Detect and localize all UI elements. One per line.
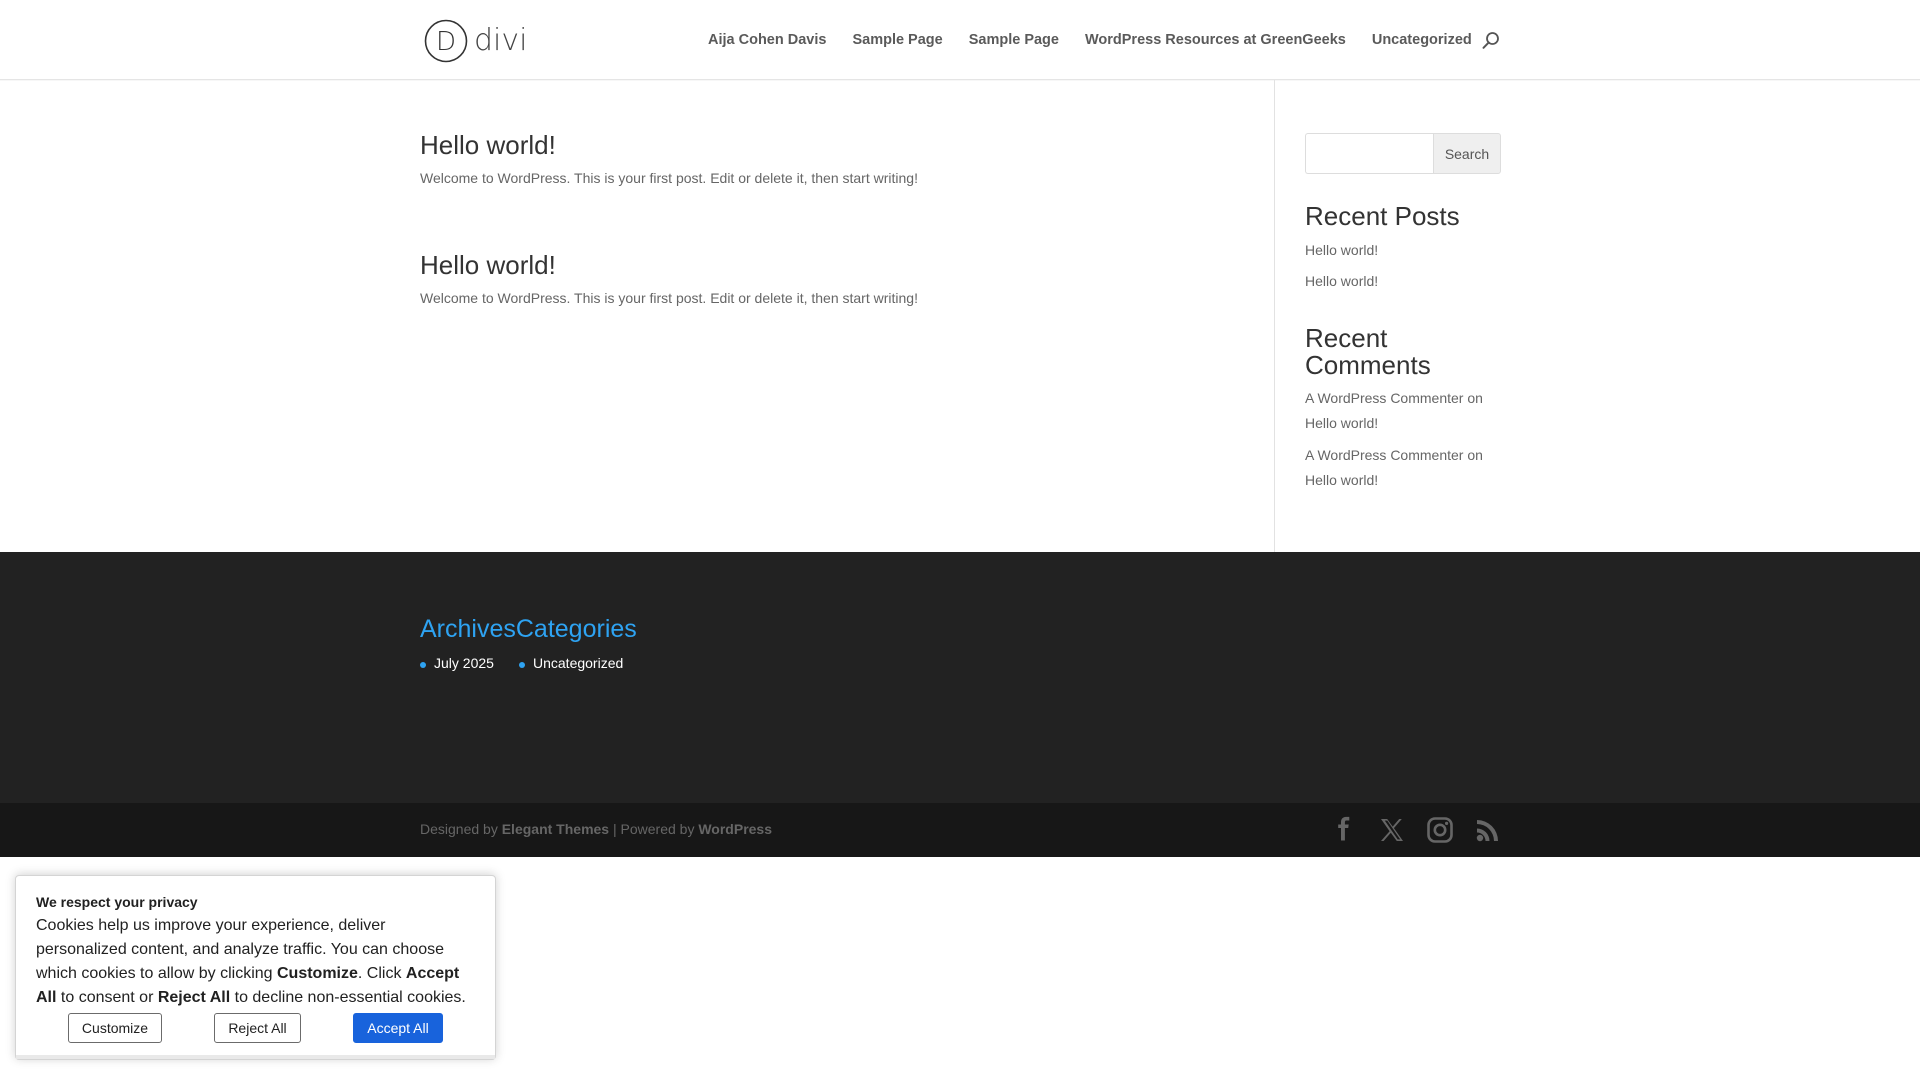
comment-post-link[interactable]: Hello world! [1305, 415, 1378, 431]
cookie-text-part: to decline non-essential cookies. [230, 989, 466, 1006]
powered-by-text: | Powered by [612, 821, 695, 837]
comment-author-link[interactable]: A WordPress Commenter [1305, 390, 1463, 406]
elegant-themes-link[interactable]: Elegant Themes [502, 821, 609, 837]
instagram-icon[interactable] [1426, 816, 1454, 844]
recent-posts-list: Hello world! Hello world! [1305, 238, 1501, 294]
wordpress-link[interactable]: WordPress [698, 821, 772, 837]
archive-link[interactable]: July 2025 [420, 655, 494, 671]
x-icon[interactable] [1378, 816, 1406, 844]
main-nav: Aija Cohen Davis Sample Page Sample Page… [708, 0, 1498, 80]
nav-item-sample-page[interactable]: Sample Page [852, 32, 942, 48]
post-card: Hello world! Welcome to WordPress. This … [420, 130, 918, 186]
nav-item-aija-cohen-davis[interactable]: Aija Cohen Davis [708, 32, 826, 48]
svg-text:D: D [436, 27, 456, 57]
cookie-text: Cookies help us improve your experience,… [36, 914, 475, 1010]
recent-comments-title: Recent Comments [1305, 323, 1431, 380]
facebook-icon[interactable] [1330, 816, 1358, 844]
site-header: D divi Aija Cohen Davis Sample Page Samp… [0, 0, 1920, 80]
nav-item-wordpress-resources[interactable]: WordPress Resources at GreenGeeks [1085, 32, 1346, 48]
post-title[interactable]: Hello world! [420, 250, 918, 281]
categories-title: Categories [515, 615, 637, 643]
logo-text: divi [474, 23, 528, 58]
list-item: A WordPress Commenter on Hello world! [1305, 386, 1501, 436]
comment-on-text: on [1467, 390, 1483, 407]
recent-post-link[interactable]: Hello world! [1305, 273, 1378, 289]
content-area: Hello world! Welcome to WordPress. This … [0, 80, 1920, 552]
nav-item-sample-page-2[interactable]: Sample Page [969, 32, 1059, 48]
recent-posts-widget: Recent Posts Hello world! Hello world! [1305, 203, 1501, 294]
post-excerpt: Welcome to WordPress. This is your first… [420, 170, 918, 186]
archives-list: July 2025 [420, 655, 494, 671]
categories-list: Uncategorized [519, 655, 623, 671]
search-input[interactable] [1305, 133, 1433, 174]
search-icon[interactable] [1481, 31, 1501, 51]
cookie-text-customize: Customize [277, 965, 358, 982]
cookie-text-part: to consent or [56, 989, 158, 1006]
list-item: A WordPress Commenter on Hello world! [1305, 443, 1501, 493]
cookie-text-reject: Reject All [157, 989, 231, 1006]
post-title[interactable]: Hello world! [420, 130, 918, 161]
recent-comments-widget: Recent Comments A WordPress Commenter on… [1305, 325, 1501, 493]
site-footer: Archives Categories July 2025 Uncategoriz… [0, 552, 1920, 803]
social-icons [1330, 816, 1502, 844]
footer-bottom-bar: Designed by Elegant Themes | Powered by … [0, 803, 1920, 857]
list-item: Hello world! [1305, 238, 1501, 263]
cookie-text-part: . Click [357, 965, 406, 982]
sidebar-search: Search [1305, 133, 1501, 174]
site-logo[interactable]: D divi [424, 19, 527, 63]
footer-credits: Designed by Elegant Themes | Powered by … [420, 821, 772, 837]
list-item: Hello world! [1305, 269, 1501, 294]
rss-icon[interactable] [1474, 816, 1502, 844]
archives-title: Archives [420, 615, 516, 643]
sidebar-divider [1274, 80, 1275, 552]
comment-author-link[interactable]: A WordPress Commenter [1305, 447, 1463, 463]
comment-on-text: on [1467, 447, 1483, 464]
comment-post-link[interactable]: Hello world! [1305, 472, 1378, 488]
cookie-buttons: Customize Reject All Accept All [68, 1013, 443, 1043]
post-excerpt: Welcome to WordPress. This is your first… [420, 290, 918, 306]
accept-all-button[interactable]: Accept All [353, 1013, 443, 1043]
cookie-consent-banner: We respect your privacy Cookies help us … [15, 875, 496, 1060]
divi-logo-icon: D [424, 19, 468, 63]
recent-post-link[interactable]: Hello world! [1305, 242, 1378, 258]
search-button[interactable]: Search [1433, 133, 1501, 174]
designed-by-text: Designed by [420, 821, 498, 837]
post-card: Hello world! Welcome to WordPress. This … [420, 250, 918, 306]
footer-widget-titles: Archives Categories [420, 615, 637, 644]
reject-all-button[interactable]: Reject All [214, 1013, 301, 1043]
nav-item-uncategorized[interactable]: Uncategorized [1372, 32, 1472, 48]
category-link[interactable]: Uncategorized [519, 655, 623, 671]
recent-comments-list: A WordPress Commenter on Hello world! A … [1305, 386, 1501, 493]
customize-button[interactable]: Customize [68, 1013, 162, 1043]
cookie-bottom-strip [16, 1055, 495, 1059]
cookie-title: We respect your privacy [36, 894, 198, 910]
recent-posts-title: Recent Posts [1305, 201, 1460, 231]
